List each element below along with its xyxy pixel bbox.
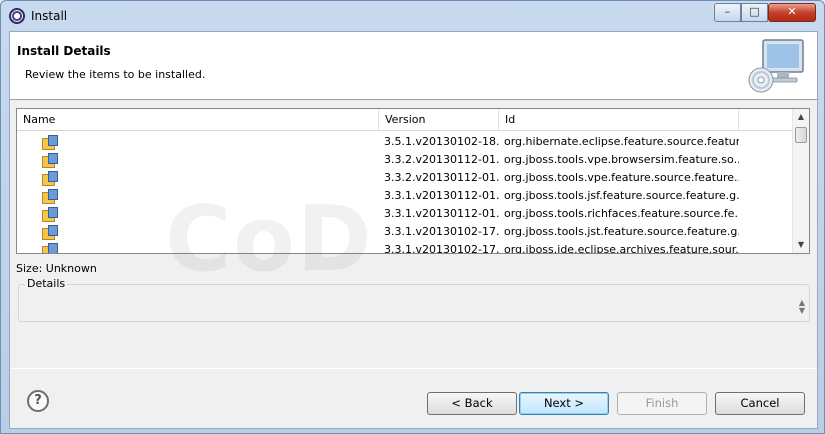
row-version: 3.3.1.v20130112-01...: [384, 189, 499, 202]
row-version: 3.3.2.v20130112-01...: [384, 171, 499, 184]
eclipse-icon: [9, 8, 25, 24]
row-version: 3.3.1.v20130112-01...: [384, 207, 499, 220]
page-description: Review the items to be installed.: [25, 68, 206, 81]
row-id: org.jboss.ide.eclipse.archives.feature.s…: [504, 243, 739, 254]
details-scroll-icon[interactable]: ▲ ▼: [799, 299, 805, 315]
row-version: 3.3.1.v20130102-17...: [384, 243, 499, 254]
close-button[interactable]: ✕: [768, 3, 816, 22]
row-version: 3.3.2.v20130112-01...: [384, 153, 499, 166]
row-version: 3.5.1.v20130102-18...: [384, 135, 499, 148]
cancel-button[interactable]: Cancel: [715, 392, 805, 415]
table-vertical-scrollbar[interactable]: ▲ ▼: [792, 109, 809, 253]
computer-cd-icon: [748, 39, 804, 93]
install-window: Install – □ ✕ Install Details Review the…: [0, 0, 825, 434]
column-filler: [739, 109, 793, 131]
dialog-client: Install Details Review the items to be i…: [9, 31, 818, 429]
help-icon[interactable]: ?: [27, 390, 49, 412]
details-label: Details: [25, 277, 68, 290]
scroll-thumb[interactable]: [795, 127, 807, 143]
column-name[interactable]: Name: [17, 109, 379, 131]
row-id: org.jboss.tools.vpe.browsersim.feature.s…: [504, 153, 739, 166]
table-row[interactable]: 3.3.2.v20130112-01... org.jboss.tools.vp…: [17, 169, 793, 187]
button-bar-separator: [10, 368, 817, 369]
feature-package-icon: [41, 205, 59, 223]
row-id: org.jboss.tools.jst.feature.source.featu…: [504, 225, 739, 238]
table-row[interactable]: 3.3.1.v20130102-17... org.jboss.ide.ecli…: [17, 241, 793, 254]
row-id: org.hibernate.eclipse.feature.source.fea…: [504, 135, 739, 148]
feature-package-icon: [41, 187, 59, 205]
feature-package-icon: [41, 223, 59, 241]
table-row[interactable]: 3.3.1.v20130112-01... org.jboss.tools.ri…: [17, 205, 793, 223]
finish-button: Finish: [617, 392, 707, 415]
feature-package-icon: [41, 133, 59, 151]
table-row[interactable]: 3.3.1.v20130102-17... org.jboss.tools.js…: [17, 223, 793, 241]
page-title: Install Details: [17, 44, 111, 58]
table-row[interactable]: 3.3.1.v20130112-01... org.jboss.tools.js…: [17, 187, 793, 205]
column-version[interactable]: Version: [379, 109, 499, 131]
details-group: Details ▲ ▼: [18, 277, 810, 322]
back-button[interactable]: < Back: [427, 392, 517, 415]
wizard-header: Install Details Review the items to be i…: [10, 32, 817, 100]
table-rows: 3.5.1.v20130102-18... org.hibernate.ecli…: [17, 133, 793, 254]
feature-package-icon: [41, 169, 59, 187]
minimize-button[interactable]: –: [714, 3, 741, 22]
feature-package-icon: [41, 151, 59, 169]
table-header: Name Version Id: [17, 109, 793, 131]
next-button[interactable]: Next >: [519, 392, 609, 415]
feature-package-icon: [41, 241, 59, 253]
row-id: org.jboss.tools.richfaces.feature.source…: [504, 207, 739, 220]
row-id: org.jboss.tools.vpe.feature.source.featu…: [504, 171, 739, 184]
table-row[interactable]: 3.5.1.v20130102-18... org.hibernate.ecli…: [17, 133, 793, 151]
column-id[interactable]: Id: [499, 109, 739, 131]
maximize-button[interactable]: □: [741, 3, 768, 22]
row-id: org.jboss.tools.jsf.feature.source.featu…: [504, 189, 739, 202]
window-title: Install: [31, 9, 68, 23]
install-items-table[interactable]: Name Version Id 3.5.1.v20130102-18... or…: [16, 108, 810, 254]
scroll-up-icon[interactable]: ▲: [793, 109, 809, 125]
table-row[interactable]: 3.3.2.v20130112-01... org.jboss.tools.vp…: [17, 151, 793, 169]
size-label: Size: Unknown: [16, 262, 97, 275]
row-version: 3.3.1.v20130102-17...: [384, 225, 499, 238]
scroll-down-icon[interactable]: ▼: [793, 237, 809, 253]
title-bar[interactable]: Install – □ ✕: [1, 1, 824, 31]
